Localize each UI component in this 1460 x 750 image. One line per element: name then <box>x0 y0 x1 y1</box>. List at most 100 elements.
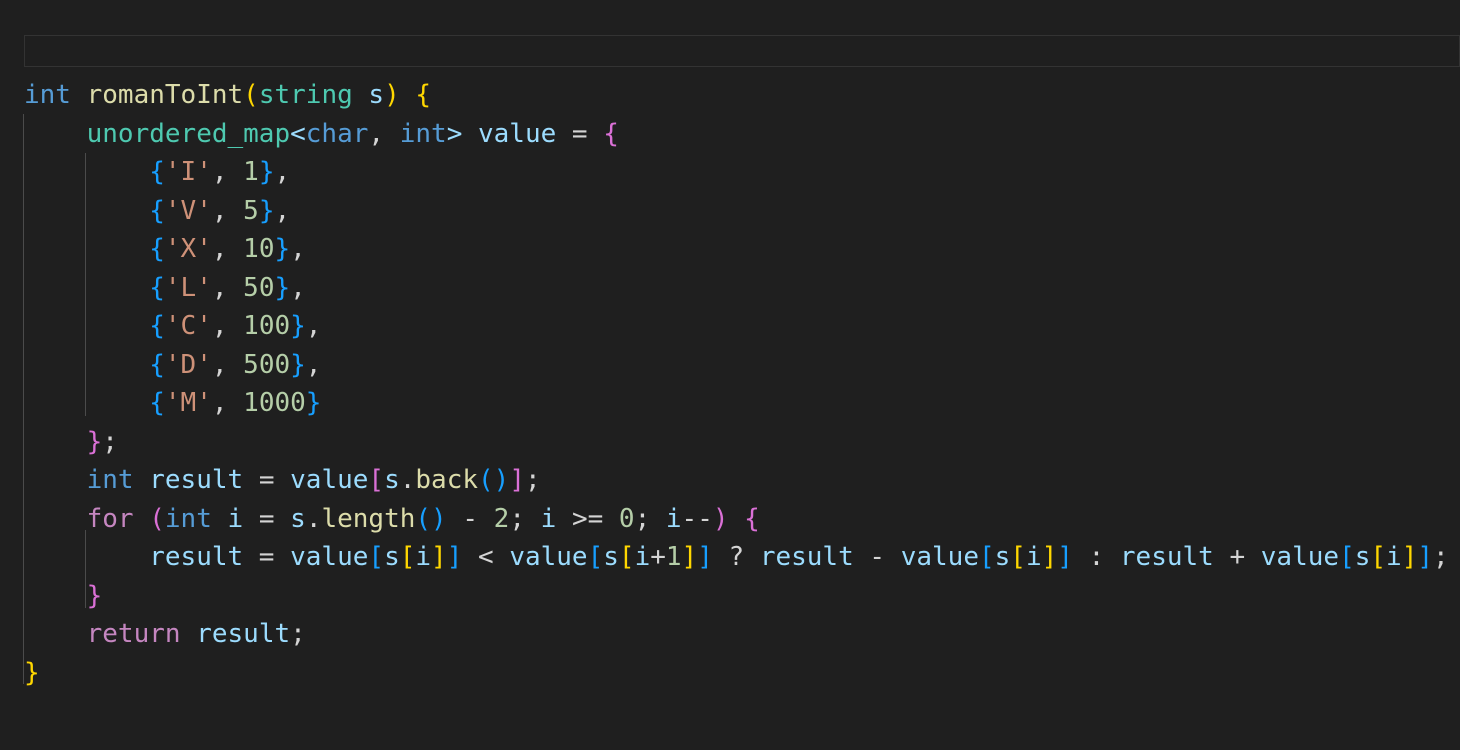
code-line-1[interactable]: int romanToInt(string s) { <box>0 76 1460 115</box>
token-variable-s: s <box>603 542 619 572</box>
token-bracket-open: [ <box>368 542 385 572</box>
token-brace-close: } <box>290 311 306 341</box>
token-char-literal: 'V' <box>164 195 212 226</box>
token-type-unordered-map: unordered_map <box>86 118 291 149</box>
token-method-length: length <box>321 503 416 534</box>
code-editor-content[interactable]: int romanToInt(string s) { unordered_map… <box>0 76 1460 750</box>
token-question: ? <box>712 542 760 572</box>
token-number: 1000 <box>243 388 306 418</box>
token-comma-tail: , <box>305 311 322 341</box>
token-minus: - <box>446 503 494 534</box>
token-assign: = <box>243 465 291 495</box>
token-variable-value: value <box>1260 542 1340 572</box>
token-variable-i: i <box>1025 542 1042 572</box>
code-line-7[interactable]: {'C', 100}, <box>0 307 1460 346</box>
token-keyword-int: int <box>86 465 134 495</box>
token-comma-tail: , <box>274 195 291 226</box>
token-bracket-close: ] <box>1057 542 1073 572</box>
token-number: 500 <box>243 349 291 380</box>
token-paren-open-inner: ( <box>415 503 432 534</box>
token-variable-s: s <box>384 465 400 495</box>
token-variable-result: result <box>149 542 244 572</box>
token-angle-close: > <box>446 118 478 149</box>
code-line-10[interactable]: }; <box>0 423 1460 462</box>
token-control-return: return <box>86 619 181 649</box>
code-line-2[interactable]: unordered_map<char, int> value = { <box>0 115 1460 154</box>
token-semicolon: ; <box>102 426 118 457</box>
token-brace-close: } <box>274 234 291 264</box>
token-bracket-close: ] <box>446 542 463 572</box>
token-char-literal: 'I' <box>164 157 212 187</box>
token-keyword-int: int <box>164 503 212 534</box>
token-variable-s: s <box>994 542 1011 572</box>
token-ge: >= <box>556 503 619 534</box>
code-line-5[interactable]: {'X', 10}, <box>0 230 1460 269</box>
token-variable-i: i <box>634 542 651 572</box>
token-char-literal: 'M' <box>164 388 212 418</box>
code-line-13[interactable]: result = value[s[i]] < value[s[i+1]] ? r… <box>0 538 1460 577</box>
code-line-14[interactable]: } <box>0 577 1460 616</box>
code-line-9[interactable]: {'M', 1000} <box>0 384 1460 423</box>
code-line-12[interactable]: for (int i = s.length() - 2; i >= 0; i--… <box>0 500 1460 539</box>
token-number: 5 <box>243 195 259 226</box>
token-variable-value: value <box>900 542 979 572</box>
token-comma: , <box>211 195 244 226</box>
token-bracket-open: [ <box>368 465 385 495</box>
token-brace-open: { <box>415 80 432 110</box>
code-line-3[interactable]: {'I', 1}, <box>0 153 1460 192</box>
token-param-s: s <box>368 80 385 110</box>
code-line-6[interactable]: {'L', 50}, <box>0 269 1460 308</box>
code-line-11[interactable]: int result = value[s.back()]; <box>0 461 1460 500</box>
token-comma: , <box>211 349 244 380</box>
token-bracket-open: [ <box>978 542 995 572</box>
token-control-for: for <box>86 503 134 534</box>
code-line-4[interactable]: {'V', 5}, <box>0 192 1460 231</box>
token-brace-open: { <box>149 195 165 226</box>
token-bracket-close: ] <box>697 542 713 572</box>
code-line-16[interactable]: } <box>0 654 1460 693</box>
token-number-2: 2 <box>493 503 510 534</box>
code-line-8[interactable]: {'D', 500}, <box>0 346 1460 385</box>
token-variable-i: i <box>665 503 682 534</box>
token-bracket-open-inner: [ <box>618 542 635 572</box>
token-variable-s: s <box>384 542 400 572</box>
token-brace-open: { <box>149 234 165 264</box>
token-keyword-char: char <box>305 118 369 149</box>
token-variable-value: value <box>478 118 557 149</box>
token-brace-close: } <box>86 426 103 457</box>
token-bracket-close: ] <box>509 465 525 495</box>
token-brace-close: } <box>305 388 322 418</box>
token-method-back: back <box>415 465 479 495</box>
token-variable-i: i <box>227 503 244 534</box>
token-less-than: < <box>462 542 510 572</box>
token-paren-close: ) <box>493 465 510 495</box>
token-semicolon: ; <box>509 503 541 534</box>
token-brace-open: { <box>149 349 165 380</box>
token-brace-open: { <box>149 157 165 187</box>
token-comma: , <box>211 157 244 187</box>
token-paren-close: ) <box>712 503 729 534</box>
token-semicolon: ; <box>524 465 541 495</box>
token-assign: = <box>556 118 604 149</box>
token-paren-close: ) <box>384 80 400 110</box>
code-line-15[interactable]: return result; <box>0 615 1460 654</box>
token-minus: - <box>853 542 901 572</box>
token-number: 100 <box>243 311 291 341</box>
empty-tab-strip[interactable] <box>24 35 1460 67</box>
token-variable-value: value <box>509 542 588 572</box>
